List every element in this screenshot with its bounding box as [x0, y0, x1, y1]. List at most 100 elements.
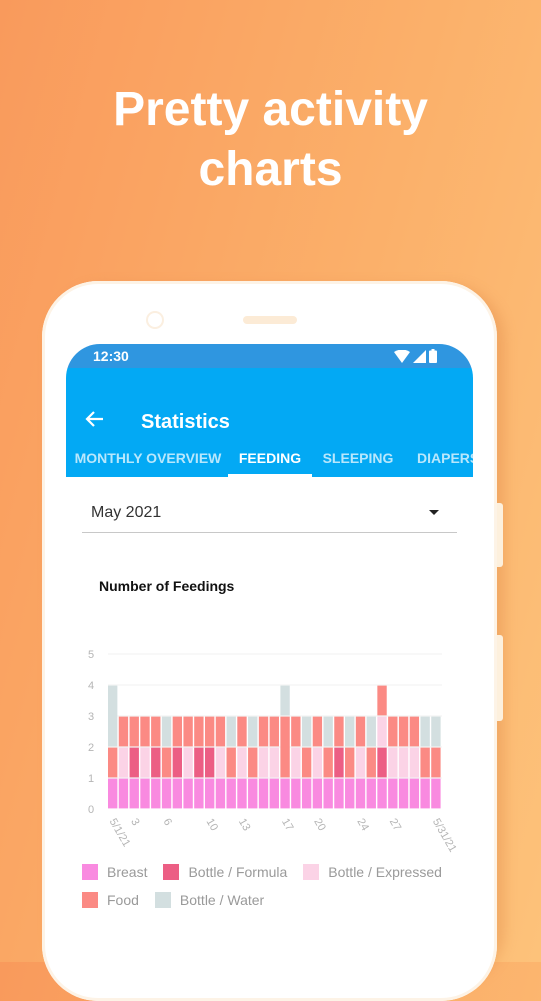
bar-segment-food [226, 747, 236, 778]
bar-segment-bottle-expressed [312, 747, 323, 778]
bar-segment-breast [312, 778, 323, 809]
bar-segment-bottle-formula [172, 747, 183, 778]
bar-segment-bottle-water [323, 716, 333, 747]
phone-side-button-volume [497, 635, 503, 721]
bar-segment-breast [409, 778, 420, 809]
bar-segment-bottle-expressed [388, 747, 398, 778]
bar-segment-bottle-expressed [269, 747, 279, 778]
phone-side-button-power [497, 503, 503, 567]
month-select-value: May 2021 [91, 504, 162, 521]
bar-segment-bottle-expressed [140, 747, 150, 778]
legend-swatch [154, 892, 171, 908]
bar-segment-bottle-formula [334, 747, 344, 778]
bar-segment-breast [151, 778, 161, 809]
bar-segment-food [151, 716, 161, 747]
bar-segment-breast [140, 778, 150, 809]
bar-segment-breast [248, 778, 258, 809]
legend-label: Breast [107, 864, 148, 880]
bar-segment-bottle-water [248, 716, 258, 747]
bar-segment-breast [334, 778, 344, 809]
y-tick-label: 2 [88, 742, 94, 754]
app-screen: 12:30 Statistics MONTHLY OVERVIEW FEEDIN… [66, 344, 473, 962]
tab-sleeping[interactable]: SLEEPING [320, 440, 396, 477]
bar-segment-bottle-expressed [377, 716, 387, 747]
bar-segment-food [194, 716, 204, 747]
legend-swatch [163, 864, 180, 880]
bar-segment-breast [108, 778, 118, 809]
bar-segment-breast [355, 778, 366, 809]
bar-segment-breast [377, 778, 387, 809]
legend-item-food: Food [82, 892, 139, 908]
bar-segment-food [248, 747, 258, 778]
y-tick-label: 5 [88, 649, 94, 661]
bar-segment-breast [118, 778, 129, 809]
arrow-left-icon[interactable] [84, 408, 106, 430]
bar-segment-food [291, 716, 301, 747]
bar-segment-food [377, 685, 387, 716]
bar-segment-bottle-water [226, 716, 236, 747]
bar-segment-breast [366, 778, 376, 809]
legend-label: Food [107, 892, 139, 908]
bar-segment-breast [226, 778, 236, 809]
bar-segment-breast [194, 778, 204, 809]
x-tick-label: 3 [128, 817, 141, 828]
bar-segment-food [345, 747, 355, 778]
bar-segment-breast [161, 778, 172, 809]
battery-icon [429, 349, 437, 363]
legend-item-bottle-formula: Bottle / Formula [163, 864, 287, 880]
y-tick-label: 0 [88, 804, 94, 816]
bar-segment-breast [291, 778, 301, 809]
bar-segment-bottle-formula [194, 747, 204, 778]
x-tick-label: 13 [236, 817, 253, 834]
feedings-chart: 0123455/1/213 6 10 13 17 20 24 27 5/31/21 [88, 649, 459, 854]
bar-segment-food [258, 716, 269, 747]
bar-segment-food [172, 716, 183, 747]
bar-segment-food [409, 716, 420, 747]
bar-segment-food [237, 716, 247, 747]
headline-line-1: Pretty activity [113, 83, 428, 136]
y-tick-label: 3 [88, 711, 94, 723]
bar-segment-food [183, 716, 193, 747]
tab-diapers[interactable]: DIAPERS [417, 440, 473, 477]
signal-icon [413, 349, 426, 363]
bar-segment-bottle-water [366, 716, 376, 747]
x-tick-label: 24 [354, 817, 371, 834]
status-bar: 12:30 [66, 344, 473, 368]
bar-segment-bottle-formula [377, 747, 387, 778]
bar-segment-food [280, 716, 290, 778]
legend-item-bottle-expressed: Bottle / Expressed [303, 864, 442, 880]
bar-segment-food [334, 716, 344, 747]
tab-feeding[interactable]: FEEDING [228, 440, 312, 477]
bar-segment-bottle-expressed [237, 747, 247, 778]
dropdown-arrow-icon [429, 510, 439, 515]
bar-segment-breast [258, 778, 269, 809]
bar-segment-food [108, 747, 118, 778]
bar-segment-food [118, 716, 129, 747]
tab-monthly-overview[interactable]: MONTHLY OVERVIEW [73, 440, 223, 477]
bar-segment-breast [172, 778, 183, 809]
bar-segment-breast [280, 778, 290, 809]
bar-segment-bottle-formula [129, 747, 139, 778]
status-icons [394, 349, 437, 363]
bar-segment-food [398, 716, 409, 747]
chart-legend: Breast Bottle / Formula Bottle / Expressed… [82, 864, 472, 920]
bar-segment-bottle-expressed [355, 747, 366, 778]
bar-segment-breast [323, 778, 333, 809]
x-tick-label: 10 [204, 817, 221, 834]
bar-segment-food [366, 747, 376, 778]
bar-segment-food [140, 716, 150, 747]
bar-segment-breast [388, 778, 398, 809]
bar-segment-bottle-formula [204, 747, 215, 778]
bar-segment-bottle-water [161, 716, 172, 747]
legend-label: Bottle / Formula [188, 864, 288, 880]
bar-segment-breast [301, 778, 312, 809]
x-tick-label: 6 [160, 817, 173, 828]
month-select[interactable]: May 2021 [82, 490, 457, 533]
headline-line-2: charts [198, 143, 343, 196]
x-tick-label: 17 [279, 817, 296, 834]
legend-item-bottle-water: Bottle / Water [154, 892, 264, 908]
app-bar: Statistics MONTHLY OVERVIEW FEEDING SLEE… [66, 368, 473, 477]
bar-segment-breast [398, 778, 409, 809]
bar-segment-bottle-expressed [215, 747, 226, 778]
x-tick-label: 20 [311, 817, 328, 834]
